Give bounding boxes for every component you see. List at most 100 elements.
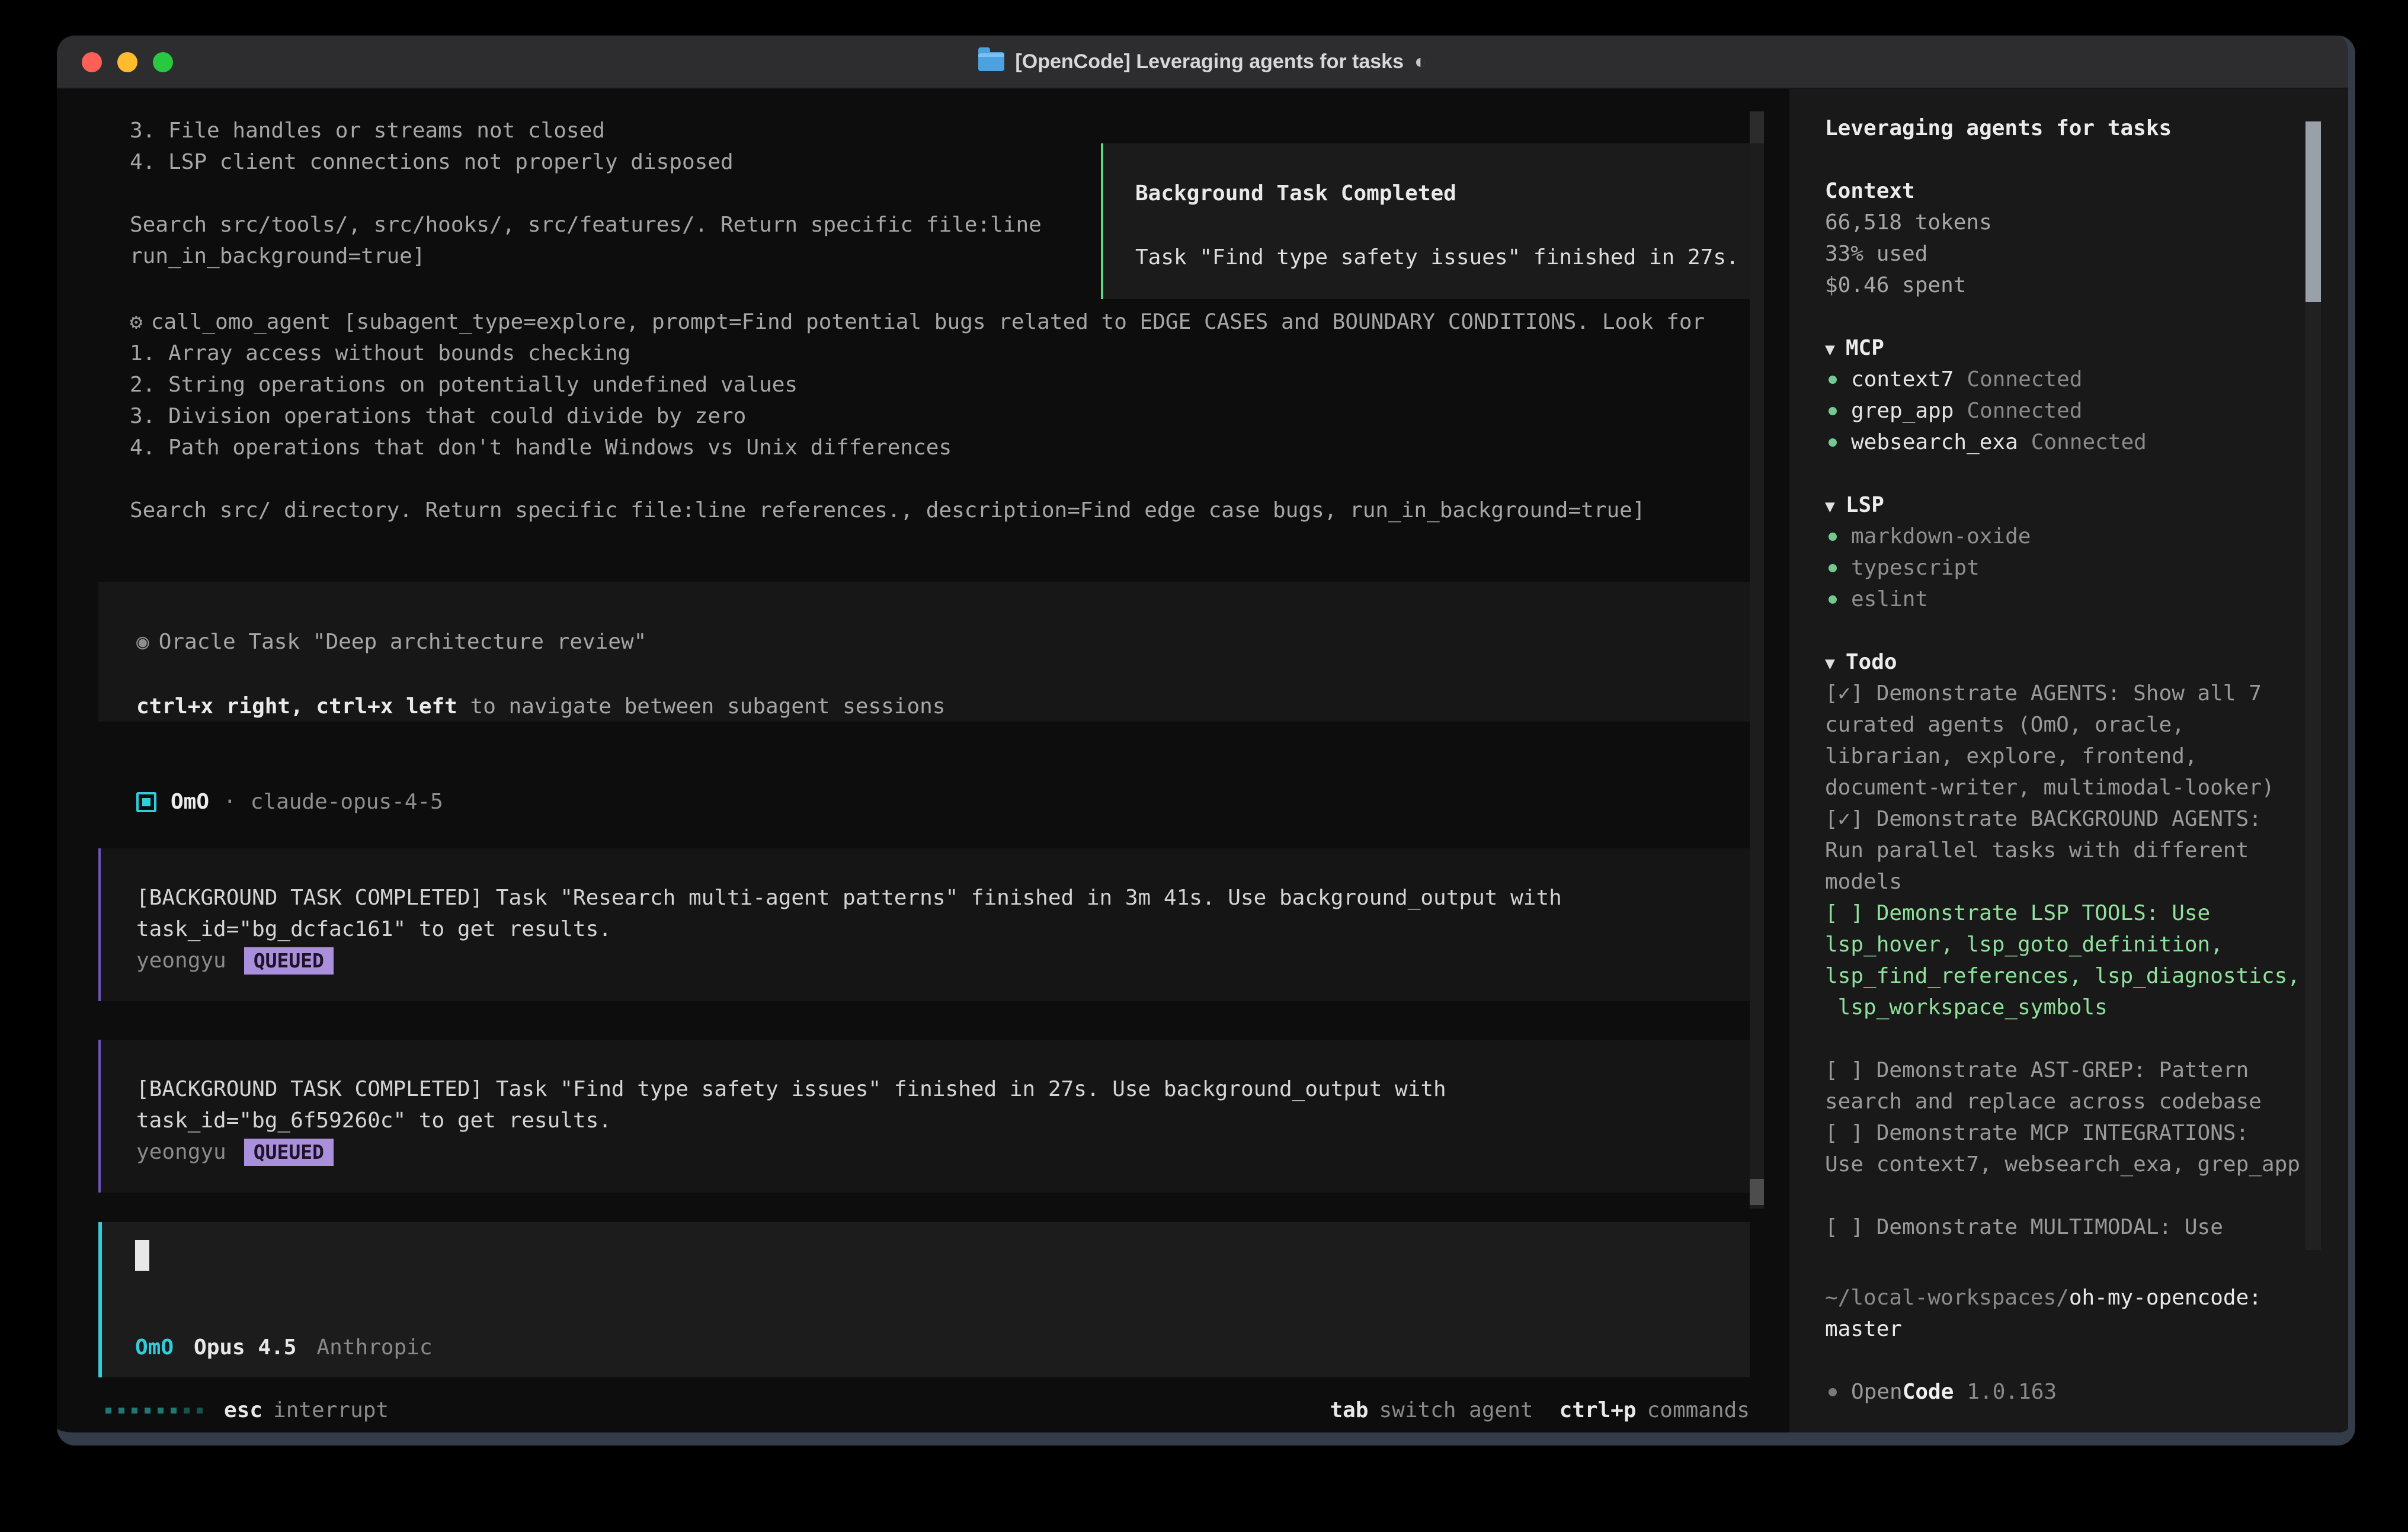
todo-line: search and replace across codebase (1825, 1086, 2326, 1117)
oracle-task-label: Oracle Task "Deep architecture review" (159, 630, 647, 654)
zoom-window-button[interactable] (153, 52, 173, 72)
tool-call-line: 3. Division operations that could divide… (130, 400, 1750, 432)
tool-call-text: call_omo_agent [subagent_type=explore, p… (151, 310, 1705, 334)
prompt-input[interactable]: OmO Opus 4.5 Anthropic (98, 1222, 1750, 1377)
mcp-item-status: Connected (1967, 399, 2082, 423)
bullet-icon (1829, 376, 1837, 384)
background-task-message: [BACKGROUND TASK COMPLETED] Task "Find t… (98, 1040, 1750, 1193)
commands-hint-group: ctrl+p commands (1560, 1398, 1750, 1422)
folder-icon (978, 52, 1004, 71)
oracle-task-box: ◉Oracle Task "Deep architecture review" … (98, 582, 1750, 722)
tab-key-hint: tab (1330, 1398, 1368, 1422)
app-name-prefix: Open (1851, 1380, 1903, 1404)
workspace-branch: master (1825, 1313, 2326, 1345)
context-stat-line: 33% used (1825, 238, 2348, 270)
input-model-provider: Anthropic (316, 1335, 432, 1360)
todo-item-lines: [ ] Demonstrate LSP TOOLS: Uselsp_hover,… (1825, 898, 2326, 1023)
bullet-icon (1829, 564, 1837, 572)
tool-call-block: ⚙call_omo_agent [subagent_type=explore, … (130, 306, 1750, 526)
todo-item-lines: [✓] Demonstrate AGENTS: Show all 7curate… (1825, 678, 2326, 803)
input-meta-row: OmO Opus 4.5 Anthropic (135, 1332, 1726, 1363)
esc-key-label: interrupt (273, 1398, 389, 1422)
todo-item: [ ] Demonstrate AST-GREP: Patternsearch … (1825, 1055, 2326, 1117)
tool-call-line: Search src/ directory. Return specific f… (130, 495, 1750, 526)
lsp-item: markdown-oxide (1825, 521, 2348, 552)
agent-session-header: OmO · claude-opus-4-5 (136, 786, 443, 818)
text-cursor (135, 1240, 149, 1271)
esc-key-hint: esc (224, 1398, 262, 1422)
todo-heading-label: Todo (1846, 650, 1897, 674)
sidebar: Leveraging agents for tasks Context 66,5… (1789, 89, 2348, 1432)
bullet-icon (1829, 533, 1837, 541)
oracle-task-icon: ◉ (136, 630, 149, 654)
input-model-name[interactable]: Opus 4.5 (194, 1335, 296, 1360)
input-agent-name[interactable]: OmO (135, 1335, 174, 1360)
lsp-item-name: eslint (1851, 587, 1928, 611)
title-bar: [OpenCode] Leveraging agents for tasks ◐ (57, 36, 2348, 89)
context-heading: Context (1825, 175, 2348, 207)
minimize-window-button[interactable] (117, 52, 137, 72)
main-scrollbar-thumb[interactable] (1750, 1179, 1764, 1205)
todo-item-lines: [ ] Demonstrate MCP INTEGRATIONS:Use con… (1825, 1117, 2326, 1180)
todo-line: lsp_workspace_symbols (1825, 992, 2326, 1023)
tab-hint-group: tab switch agent (1330, 1398, 1533, 1422)
background-task-message: [BACKGROUND TASK COMPLETED] Task "Resear… (98, 848, 1750, 1001)
close-window-button[interactable] (82, 52, 102, 72)
todo-line: librarian, explore, frontend, (1825, 741, 2326, 772)
mcp-item-name: grep_app (1851, 399, 1954, 423)
todo-heading[interactable]: ▼Todo (1825, 646, 2348, 678)
todo-line: models (1825, 866, 2326, 898)
context-stat-line: 66,518 tokens (1825, 207, 2348, 238)
session-indicator-icon: ◐ (1414, 50, 1427, 73)
mcp-item-name: context7 (1851, 367, 1954, 392)
hint-keys: ctrl+x right, ctrl+x left (136, 694, 457, 719)
task-message-line: task_id="bg_6f59260c" to get results. (136, 1105, 1726, 1136)
bullet-icon (1829, 595, 1837, 604)
todo-line: document-writer, multimodal-looker) (1825, 772, 2326, 803)
terminal-window: [OpenCode] Leveraging agents for tasks ◐… (57, 36, 2355, 1446)
sidebar-scrollbar-thumb[interactable] (2305, 121, 2321, 302)
version-row: OpenCode 1.0.163 (1825, 1376, 2348, 1408)
window-title-text: [OpenCode] Leveraging agents for tasks (1015, 50, 1404, 73)
lsp-list: markdown-oxide typescript eslint (1825, 521, 2348, 615)
tool-call-line (130, 463, 1750, 495)
tool-call-line: 2. String operations on potentially unde… (130, 369, 1750, 400)
mcp-section: ▼MCP context7 Connected grep_app Co (1825, 332, 2348, 458)
workspace-path: ~/local-workspaces/oh-my-opencode: (1825, 1282, 2326, 1313)
bullet-icon (1829, 407, 1837, 415)
sidebar-scrollbar[interactable] (2305, 121, 2321, 1250)
task-user: yeongyu (136, 1140, 226, 1164)
mcp-item: websearch_exa Connected (1825, 427, 2348, 458)
ctrlp-key-label: commands (1647, 1398, 1750, 1422)
context-section: Context 66,518 tokens33% used$0.46 spent (1825, 175, 2348, 301)
lsp-item-name: markdown-oxide (1851, 524, 2031, 549)
mcp-heading[interactable]: ▼ MCP (1825, 332, 2348, 364)
main-scrollbar[interactable] (1750, 111, 1764, 1209)
status-bar: esc interrupt tab switch agent ctrl+p co… (105, 1395, 1750, 1426)
oracle-task-line: ◉ Oracle Task "Deep architecture review" (136, 626, 1726, 658)
task-user: yeongyu (136, 948, 226, 973)
workspace-path-prefix: ~/local-workspaces/ (1825, 1286, 2069, 1310)
todo-list: [✓] Demonstrate AGENTS: Show all 7curate… (1825, 678, 2326, 1243)
context-stat-line: $0.46 spent (1825, 270, 2348, 301)
todo-item: [ ] Demonstrate LSP TOOLS: Uselsp_hover,… (1825, 898, 2326, 1023)
lsp-item-name: typescript (1851, 556, 1980, 580)
lsp-heading[interactable]: ▼LSP (1825, 489, 2348, 521)
lsp-section: ▼LSP markdown-oxide typescript (1825, 489, 2348, 615)
todo-line: [✓] Demonstrate AGENTS: Show all 7 (1825, 678, 2326, 709)
bullet-icon (1829, 438, 1837, 447)
agent-separator: · (223, 790, 236, 814)
todo-line: [ ] Demonstrate MULTIMODAL: Use (1825, 1212, 2326, 1243)
mcp-heading-label: MCP (1846, 336, 1884, 360)
workspace-repo: oh-my-opencode: (2069, 1286, 2262, 1310)
bullet-icon (1829, 1388, 1837, 1396)
chevron-down-icon: ▼ (1825, 339, 1835, 359)
todo-item: [✓] Demonstrate AGENTS: Show all 7curate… (1825, 678, 2326, 803)
todo-line: lsp_hover, lsp_goto_definition, (1825, 929, 2326, 960)
toast-body: Task "Find type safety issues" finished … (1135, 242, 1737, 273)
app-version-number: 1.0.163 (1967, 1380, 2057, 1404)
context-stats: 66,518 tokens33% used$0.46 spent (1825, 207, 2348, 301)
todo-section: ▼Todo [✓] Demonstrate AGENTS: Show all 7… (1825, 646, 2348, 1243)
lsp-heading-label: LSP (1846, 493, 1884, 517)
sidebar-session-title: Leveraging agents for tasks (1825, 113, 2348, 144)
